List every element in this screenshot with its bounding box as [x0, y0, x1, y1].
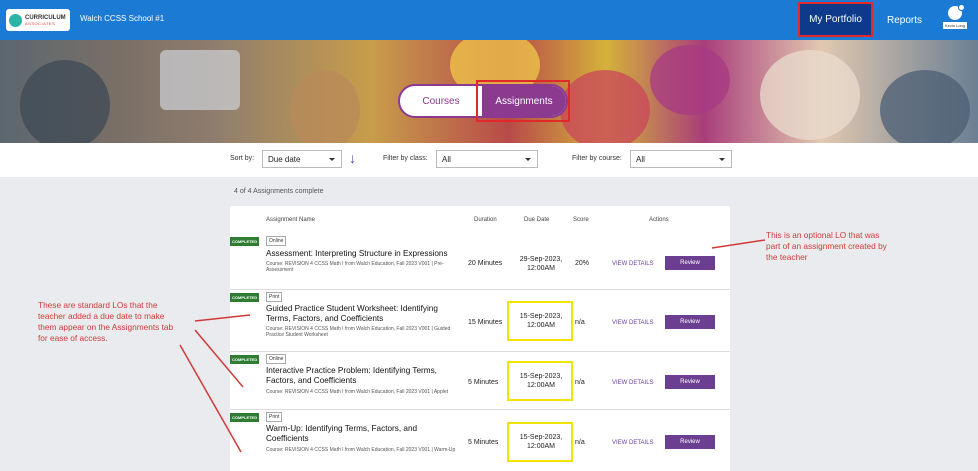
- annotation-arrow: [194, 329, 244, 388]
- annotation-arrow: [194, 314, 251, 322]
- annotation-arrow: [711, 239, 766, 249]
- annotation-arrows: [179, 239, 766, 453]
- annotation-arrow: [179, 344, 242, 453]
